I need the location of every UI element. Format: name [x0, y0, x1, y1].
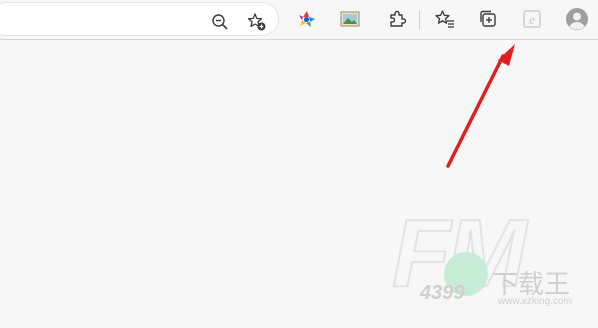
svg-text:e: e: [529, 12, 535, 27]
address-bar[interactable]: [0, 3, 278, 35]
watermark-url: www.xzking.com: [498, 296, 572, 307]
extensions-puzzle-icon[interactable]: [384, 6, 410, 32]
ie-mode-icon[interactable]: e: [519, 6, 545, 32]
image-extension-icon[interactable]: [337, 6, 363, 32]
zoom-out-icon[interactable]: [207, 9, 233, 35]
collections-icon[interactable]: [475, 6, 501, 32]
watermark-number: 4399: [420, 282, 465, 304]
toolbar-divider: [419, 11, 420, 29]
profile-avatar-icon[interactable]: [564, 6, 590, 32]
favorites-icon[interactable]: [432, 6, 458, 32]
extension-colorful-icon[interactable]: [294, 6, 320, 32]
watermark: FM 4399 下载王 www.xzking.com: [391, 205, 598, 328]
browser-toolbar: e: [0, 0, 598, 40]
add-favorite-icon[interactable]: [244, 9, 270, 35]
